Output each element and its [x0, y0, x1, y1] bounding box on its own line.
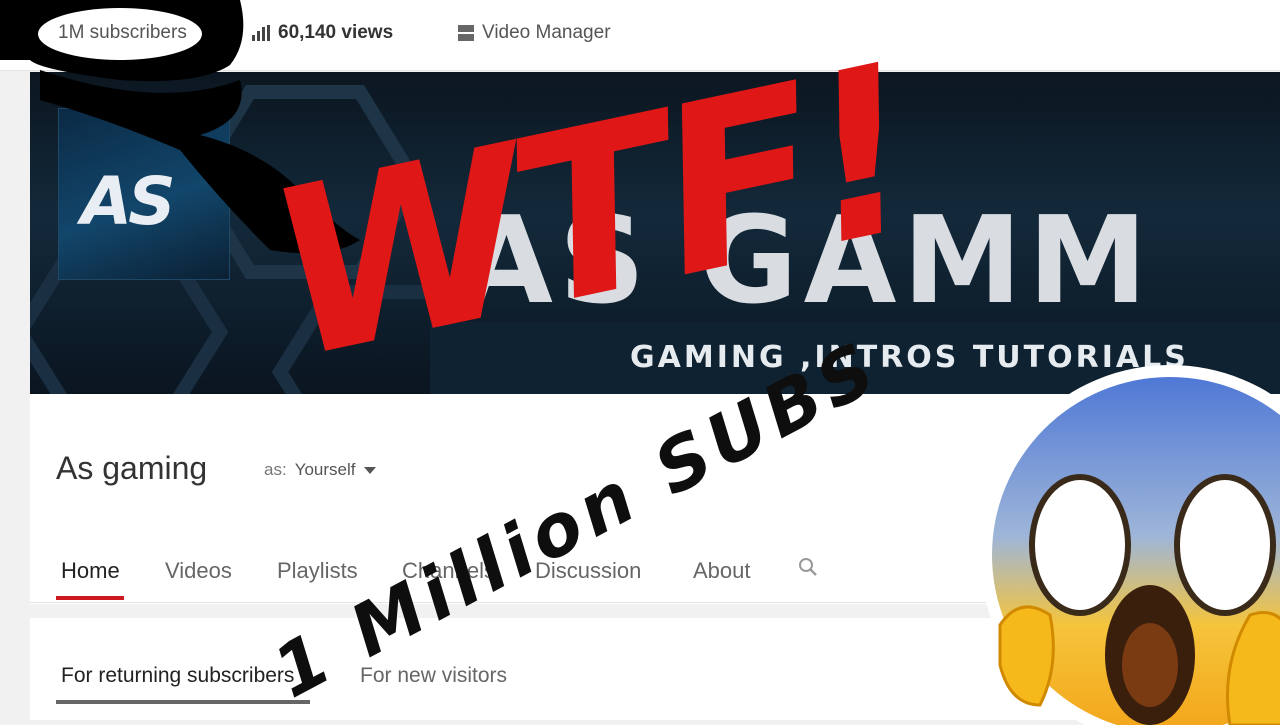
- tab-home[interactable]: Home: [61, 558, 120, 584]
- video-manager-link[interactable]: Video Manager: [458, 22, 611, 44]
- channel-name: As gaming: [56, 450, 208, 486]
- video-manager-icon: [458, 24, 474, 42]
- view-as-value: Yourself: [294, 460, 356, 479]
- tab-playlists[interactable]: Playlists: [277, 558, 358, 584]
- screaming-face-emoji: [980, 365, 1280, 725]
- tab-about[interactable]: About: [693, 558, 751, 584]
- view-as-dropdown[interactable]: as: Yourself: [264, 460, 376, 480]
- active-tab-indicator: [56, 596, 124, 600]
- tab-videos[interactable]: Videos: [165, 558, 232, 584]
- subtab-returning-subscribers[interactable]: For returning subscribers: [61, 664, 294, 688]
- active-subtab-indicator: [56, 700, 310, 704]
- view-as-label: as:: [264, 460, 287, 479]
- caret-down-icon: [363, 467, 376, 475]
- video-manager-label: Video Manager: [482, 22, 611, 43]
- subscriber-count-highlight: 1M subscribers: [58, 22, 187, 43]
- search-icon[interactable]: [798, 557, 818, 577]
